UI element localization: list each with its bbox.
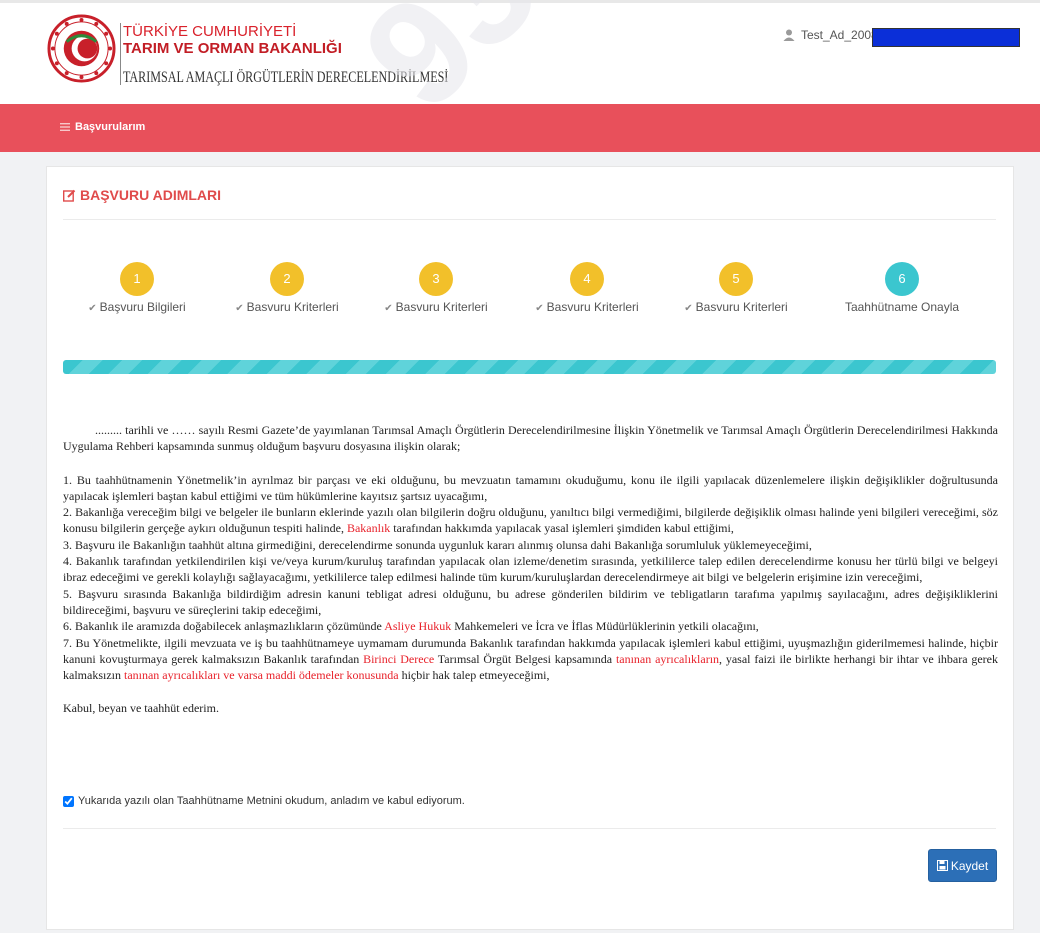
highlight: Bakanlık — [346, 521, 391, 536]
highlight: Birinci Derece — [363, 651, 435, 666]
step-label: Basvuru Kriterleri — [546, 300, 639, 314]
list-icon — [60, 123, 70, 131]
item-1: 1. Bu taahhütnamenin Yönetmelik’in ayrıl… — [63, 472, 998, 503]
edit-icon — [63, 189, 76, 202]
step-6[interactable]: 6 Taahhütname Onayla — [827, 262, 977, 314]
step-number: 6 — [885, 262, 919, 296]
system-subtitle: TARIMSAL AMAÇLI ÖRGÜTLERİN DERECELENDİRİ… — [123, 69, 449, 86]
user-menu[interactable]: Test_Ad_2008 — [783, 28, 878, 42]
item-2: 2. Bakanlığa vereceğim bilgi ve belgeler… — [63, 505, 998, 536]
step-number: 2 — [270, 262, 304, 296]
check-icon: ✔ — [535, 303, 544, 314]
check-icon: ✔ — [384, 303, 393, 314]
highlight: tanınan ayrıcalıkları ve varsa maddi öde… — [123, 668, 399, 683]
application-steps-card: BAŞVURU ADIMLARI 1 ✔ Başvuru Bilgileri 2 … — [46, 166, 1014, 930]
step-2[interactable]: 2 ✔ Basvuru Kriterleri — [212, 262, 362, 314]
closing-statement: Kabul, beyan ve taahhüt ederim. — [63, 701, 219, 716]
user-icon — [783, 29, 795, 41]
consent-label: Yukarıda yazılı olan Taahhütname Metnini… — [78, 795, 465, 807]
item-5: 5. Başvuru sırasında Bakanlığa bildirdiğ… — [63, 586, 998, 617]
highlight: tanınan ayrıcalıkların — [615, 651, 720, 666]
check-icon: ✔ — [684, 303, 693, 314]
step-label: Basvuru Kriterleri — [695, 300, 788, 314]
org-line-1: TÜRKİYE CUMHURİYETİ — [123, 23, 297, 40]
card-title-text: BAŞVURU ADIMLARI — [80, 187, 222, 203]
nav-item-label: Başvurularım — [75, 121, 146, 133]
item-6: 6. Bakanlık ile aramızda doğabilecek anl… — [63, 619, 759, 634]
item-7: 7. Bu Yönetmelikte, ilgili mevzuata ve i… — [63, 635, 999, 683]
save-icon — [936, 860, 948, 871]
user-name: Test_Ad_2008 — [801, 28, 878, 42]
step-number: 3 — [419, 262, 453, 296]
org-line-2: TARIM VE ORMAN BAKANLIĞI — [123, 40, 342, 57]
step-number: 5 — [719, 262, 753, 296]
top-header: TÜRKİYE CUMHURİYETİ TARIM VE ORMAN BAKAN… — [0, 0, 1040, 104]
redaction-box — [872, 28, 1020, 47]
check-icon: ✔ — [88, 303, 97, 314]
consent-row[interactable]: Yukarıda yazılı olan Taahhütname Metnini… — [63, 795, 465, 807]
check-icon: ✔ — [235, 303, 244, 314]
nav-item-basvurularim[interactable]: Başvurularım — [60, 121, 145, 133]
step-label: Başvuru Bilgileri — [99, 300, 186, 314]
highlight: Asliye Hukuk — [384, 619, 452, 634]
card-title: BAŞVURU ADIMLARI — [63, 187, 221, 203]
footer-divider — [63, 828, 996, 829]
step-label: Basvuru Kriterleri — [395, 300, 488, 314]
save-button[interactable]: Kaydet — [928, 849, 997, 882]
step-number: 1 — [120, 262, 154, 296]
step-3[interactable]: 3 ✔ Basvuru Kriterleri — [361, 262, 511, 314]
item-4: 4. Bakanlık tarafından yetkilendirilen k… — [63, 554, 998, 585]
item-3: 3. Başvuru ile Bakanlığın taahhüt altına… — [63, 537, 812, 552]
commitment-text: ......... tarihli ve …… sayılı Resmi Gaz… — [63, 422, 998, 717]
intro-paragraph: ......... tarihli ve …… sayılı Resmi Gaz… — [63, 423, 998, 454]
consent-checkbox[interactable] — [63, 795, 74, 807]
step-5[interactable]: 5 ✔ Basvuru Kriterleri — [661, 262, 811, 314]
progress-bar — [63, 360, 996, 374]
title-divider — [63, 219, 996, 220]
header-divider — [120, 23, 121, 85]
ministry-seal-icon — [47, 14, 116, 83]
step-label: Taahhütname Onayla — [844, 300, 960, 314]
step-label: Basvuru Kriterleri — [246, 300, 339, 314]
step-1[interactable]: 1 ✔ Başvuru Bilgileri — [62, 262, 212, 314]
step-number: 4 — [570, 262, 604, 296]
main-navbar: Başvurularım — [0, 104, 1040, 152]
step-4[interactable]: 4 ✔ Basvuru Kriterleri — [512, 262, 662, 314]
save-label: Kaydet — [950, 858, 989, 873]
